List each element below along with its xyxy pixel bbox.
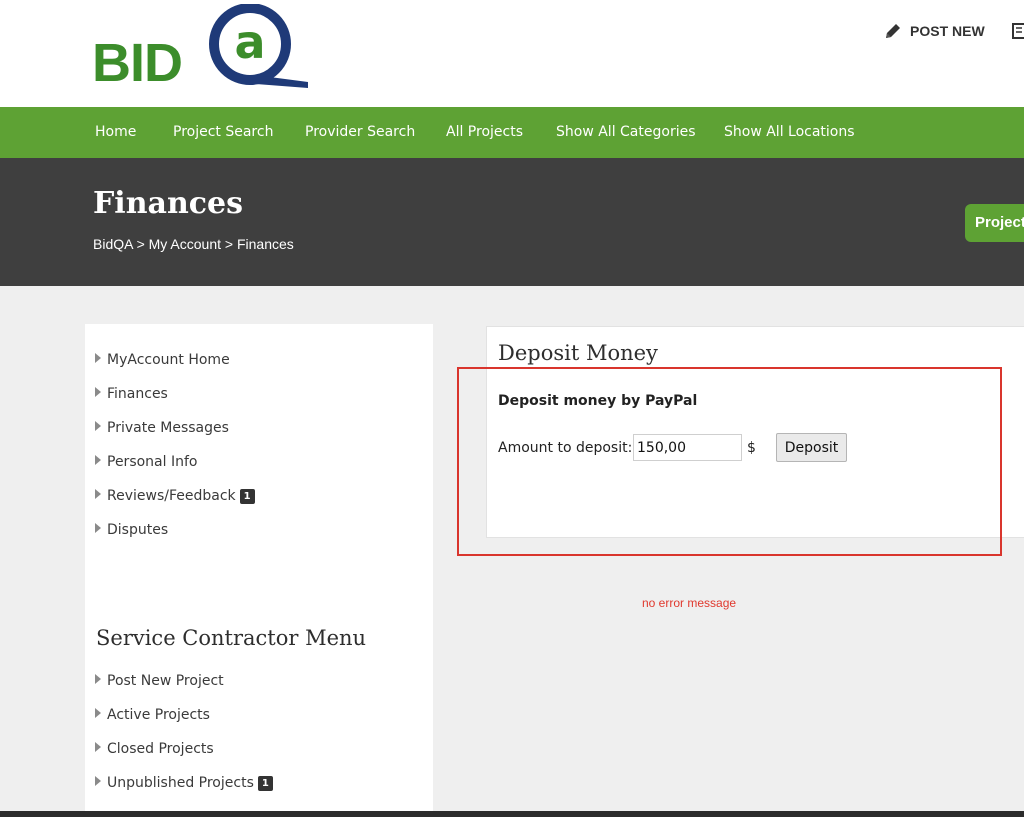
currency-symbol: $ [747,440,756,456]
triangle-right-icon [95,742,101,752]
sidebar-item-label: Reviews/Feedback [107,488,236,504]
nav-show-all-categories[interactable]: Show All Categories [556,124,696,140]
sidebar-item-private-messages[interactable]: Private Messages [95,420,229,436]
triangle-right-icon [95,489,101,499]
sidebar-item-label: Post New Project [107,673,224,689]
sidebar-item-label: Finances [107,386,168,402]
service-contractor-heading: Service Contractor Menu [96,626,367,650]
triangle-right-icon [95,708,101,718]
triangle-right-icon [95,776,101,786]
nav-project-search[interactable]: Project Search [173,124,273,140]
breadcrumb: BidQA > My Account > Finances [93,236,294,252]
sidebar-item-label: Active Projects [107,707,210,723]
page-banner: Finances BidQA > My Account > Finances P… [0,158,1024,286]
deposit-paypal-subtitle: Deposit money by PayPal [498,393,698,409]
sidebar-item-label: Disputes [107,522,169,538]
error-message: no error message [642,596,737,610]
deposit-money-panel: Deposit Money Deposit money by PayPal Am… [486,326,1024,538]
sidebar-item-label: Unpublished Projects [107,775,254,791]
project-button[interactable]: Project [965,204,1024,242]
count-badge: 1 [257,775,273,791]
deposit-title: Deposit Money [498,341,658,365]
sidebar-item-unpublished-projects[interactable]: Unpublished Projects 1 [95,775,273,791]
sidebar-item-label: Private Messages [107,420,229,436]
sidebar-item-label: Closed Projects [107,741,214,757]
main-nav: Home Project Search Provider Search All … [0,107,1024,158]
triangle-right-icon [95,523,101,533]
newspaper-icon[interactable] [1012,22,1024,40]
pencil-icon [886,24,900,38]
post-new-link[interactable]: POST NEW [884,22,1024,40]
triangle-right-icon [95,421,101,431]
page-title: Finances [93,186,243,221]
sidebar-item-myaccount-home[interactable]: MyAccount Home [95,352,230,368]
post-new-label: POST NEW [910,23,985,39]
bottom-edge [0,811,1024,817]
sidebar-item-finances[interactable]: Finances [95,386,168,402]
sidebar-item-post-new-project[interactable]: Post New Project [95,673,224,689]
sidebar-item-personal-info[interactable]: Personal Info [95,454,197,470]
nav-home[interactable]: Home [95,124,136,140]
sidebar-item-active-projects[interactable]: Active Projects [95,707,210,723]
nav-provider-search[interactable]: Provider Search [305,124,415,140]
account-sidebar: MyAccount Home Finances Private Messages… [85,324,433,817]
bidqa-logo[interactable]: BID a [92,4,312,93]
sidebar-item-closed-projects[interactable]: Closed Projects [95,741,214,757]
amount-label: Amount to deposit: [498,440,633,456]
nav-all-projects[interactable]: All Projects [446,124,523,140]
top-header: BID a POST NEW [0,0,1024,107]
sidebar-item-reviews-feedback[interactable]: Reviews/Feedback 1 [95,488,255,504]
deposit-button[interactable]: Deposit [776,433,847,462]
triangle-right-icon [95,387,101,397]
triangle-right-icon [95,674,101,684]
amount-input[interactable] [633,434,742,461]
nav-show-all-locations[interactable]: Show All Locations [724,124,855,140]
logo-bid-text: BID [92,33,183,93]
sidebar-item-disputes[interactable]: Disputes [95,522,168,538]
logo-q-mark: a [209,4,308,88]
sidebar-item-label: Personal Info [107,454,198,470]
sidebar-item-label: MyAccount Home [107,352,230,368]
svg-text:a: a [234,15,265,69]
count-badge: 1 [239,488,255,504]
triangle-right-icon [95,353,101,363]
triangle-right-icon [95,455,101,465]
